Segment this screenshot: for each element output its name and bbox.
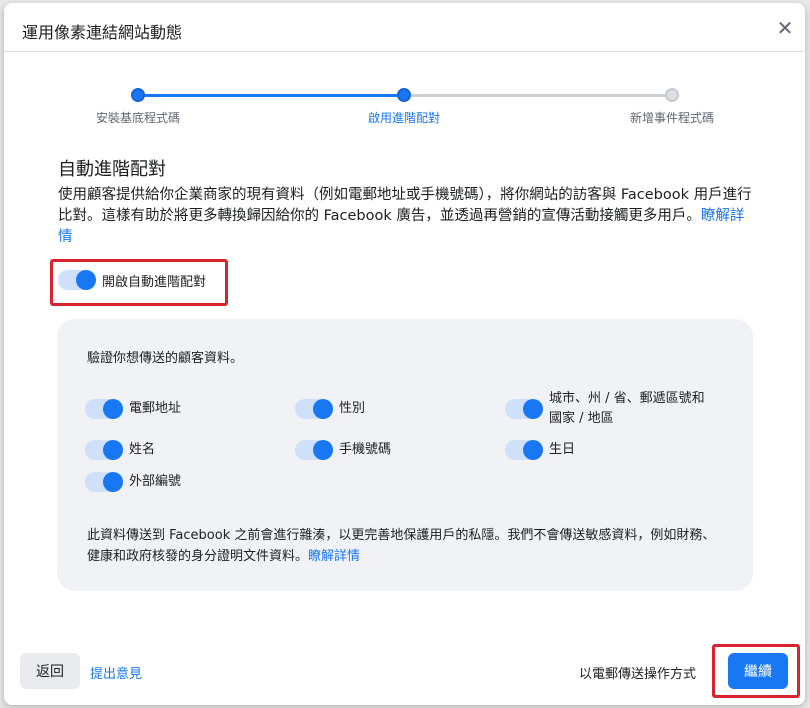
name-toggle[interactable] xyxy=(85,440,123,460)
customer-data-panel: 驗證你想傳送的顧客資料。 電郵地址 性別 城市、州 / 省、郵遞區號和國家 / … xyxy=(57,319,753,591)
option-email: 電郵地址 xyxy=(85,399,181,419)
hashing-learn-more-link[interactable]: 瞭解詳情 xyxy=(308,549,360,564)
step-dot-2 xyxy=(397,88,411,102)
back-button[interactable]: 返回 xyxy=(20,653,80,689)
step-label-add-event-code: 新增事件程式碼 xyxy=(629,111,715,125)
stepper-track-complete xyxy=(138,94,404,97)
email-instructions-link[interactable]: 以電郵傳送操作方式 xyxy=(579,663,696,682)
external-id-toggle[interactable] xyxy=(85,472,123,492)
email-toggle[interactable] xyxy=(85,399,123,419)
external-id-label: 外部編號 xyxy=(129,474,182,489)
background-page-right xyxy=(806,0,810,708)
description-text: 使用顧客提供給你企業商家的現有資料（例如電郵地址或手機號碼），將你網站的訪客與 … xyxy=(58,187,752,224)
section-title: 自動進階配對 xyxy=(58,159,166,180)
dialog-title: 運用像素連結網站動態 xyxy=(22,23,183,42)
progress-stepper: 安裝基底程式碼 啟用進階配對 新增事件程式碼 xyxy=(4,87,805,127)
gender-toggle[interactable] xyxy=(295,399,333,419)
email-label: 電郵地址 xyxy=(129,401,182,416)
option-birthday: 生日 xyxy=(505,440,575,460)
option-gender: 性別 xyxy=(295,399,365,419)
header-divider xyxy=(4,51,805,52)
feedback-link[interactable]: 提出意見 xyxy=(90,663,142,682)
name-label: 姓名 xyxy=(129,442,156,457)
gender-label: 性別 xyxy=(339,401,366,416)
step-label-advanced-matching: 啟用進階配對 xyxy=(367,111,441,125)
hashing-note-text: 此資料傳送到 Facebook 之前會進行雜湊，以更完善地保護用戶的私隱。我們不… xyxy=(87,528,716,564)
option-external-id: 外部編號 xyxy=(85,472,181,492)
location-toggle[interactable] xyxy=(505,399,543,419)
hashing-note: 此資料傳送到 Facebook 之前會進行雜湊，以更完善地保護用戶的私隱。我們不… xyxy=(87,525,727,567)
location-label: 城市、州 / 省、郵遞區號和國家 / 地區 xyxy=(549,391,705,426)
step-label-install-base-code: 安裝基底程式碼 xyxy=(95,111,181,125)
auto-advanced-matching-label: 開啟自動進階配對 xyxy=(102,274,207,290)
close-icon[interactable]: ✕ xyxy=(774,17,796,39)
option-location: 城市、州 / 省、郵遞區號和國家 / 地區 xyxy=(505,389,715,429)
step-dot-1 xyxy=(131,88,145,102)
phone-label: 手機號碼 xyxy=(339,442,392,457)
auto-advanced-matching-toggle[interactable] xyxy=(58,270,96,290)
pixel-setup-dialog: 運用像素連結網站動態 ✕ 安裝基底程式碼 啟用進階配對 新增事件程式碼 自動進階… xyxy=(4,3,805,705)
step-dot-3 xyxy=(665,88,679,102)
continue-button[interactable]: 繼續 xyxy=(728,653,788,689)
stepper-track-pending xyxy=(404,94,672,97)
birthday-toggle[interactable] xyxy=(505,440,543,460)
birthday-label: 生日 xyxy=(549,442,576,457)
option-phone: 手機號碼 xyxy=(295,440,391,460)
section-description: 使用顧客提供給你企業商家的現有資料（例如電郵地址或手機號碼），將你網站的訪客與 … xyxy=(58,185,758,248)
option-name: 姓名 xyxy=(85,440,155,460)
auto-advanced-matching-row: 開啟自動進階配對 xyxy=(58,269,206,291)
phone-toggle[interactable] xyxy=(295,440,333,460)
panel-title: 驗證你想傳送的顧客資料。 xyxy=(87,351,244,366)
